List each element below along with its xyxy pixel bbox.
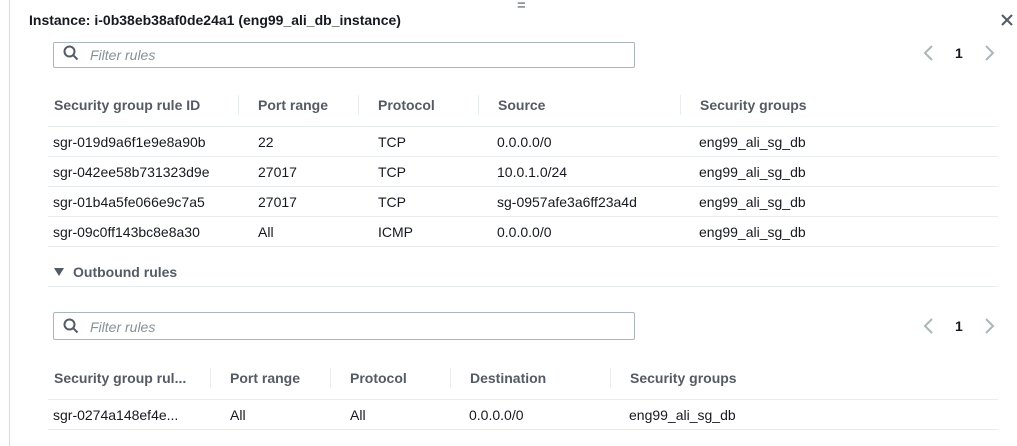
outbound-page-number[interactable]: 1 xyxy=(955,318,963,334)
column-header[interactable]: Security group rule ID xyxy=(48,84,238,127)
close-icon[interactable] xyxy=(998,11,1016,29)
rule-id: sgr-01b4a5fe066e9c7a5 xyxy=(53,193,205,210)
column-header[interactable]: Port range xyxy=(210,357,330,400)
search-icon xyxy=(63,45,79,61)
security-group: eng99_ali_sg_db xyxy=(629,406,736,423)
column-header[interactable]: Protocol xyxy=(358,84,478,127)
inbound-filter-field[interactable] xyxy=(53,42,635,68)
destination: 0.0.0.0/0 xyxy=(469,406,524,423)
table-header-row: Security group rule ID Port range Protoc… xyxy=(48,84,998,127)
security-group: eng99_ali_sg_db xyxy=(699,193,806,210)
source: 10.0.1.0/24 xyxy=(497,163,568,180)
protocol: TCP xyxy=(378,193,406,210)
protocol: TCP xyxy=(378,163,406,180)
table-row: sgr-0274a148ef4e... All All 0.0.0.0/0 en… xyxy=(48,399,998,430)
search-icon xyxy=(63,318,79,334)
security-group: eng99_ali_sg_db xyxy=(699,133,806,150)
source: 0.0.0.0/0 xyxy=(497,133,552,150)
security-group: eng99_ali_sg_db xyxy=(699,163,806,180)
column-header[interactable]: Security groups xyxy=(680,84,998,127)
port-range: 27017 xyxy=(258,193,297,210)
chevron-left-icon[interactable] xyxy=(922,317,936,335)
column-header[interactable]: Security group rul... xyxy=(48,357,210,400)
chevron-right-icon[interactable] xyxy=(982,44,996,62)
inbound-pagination: 1 xyxy=(922,42,1002,66)
source: 0.0.0.0/0 xyxy=(497,223,552,240)
port-range: All xyxy=(258,223,274,240)
port-range: 22 xyxy=(258,133,274,150)
port-range: All xyxy=(230,406,246,423)
inbound-page-number[interactable]: 1 xyxy=(955,45,963,61)
table-row: sgr-01b4a5fe066e9c7a5 27017 TCP sg-0957a… xyxy=(48,186,998,217)
panel-left-border xyxy=(9,0,10,446)
protocol: ICMP xyxy=(378,223,413,240)
panel-title: Instance: i-0b38eb38af0de24a1 (eng99_ali… xyxy=(29,12,401,28)
outbound-rules-table: Security group rul... Port range Protoco… xyxy=(48,357,998,430)
caret-down-icon xyxy=(54,268,64,276)
table-row: sgr-09c0ff143bc8e8a30 All ICMP 0.0.0.0/0… xyxy=(48,216,998,247)
chevron-left-icon[interactable] xyxy=(922,44,936,62)
table-header-row: Security group rul... Port range Protoco… xyxy=(48,357,998,400)
rule-id: sgr-042ee58b731323d9e xyxy=(53,163,210,180)
outbound-rules-toggle[interactable]: Outbound rules xyxy=(54,263,177,281)
table-row: sgr-019d9a6f1e9e8a90b 22 TCP 0.0.0.0/0 e… xyxy=(48,126,998,157)
port-range: 27017 xyxy=(258,163,297,180)
inbound-filter-input[interactable] xyxy=(88,45,612,65)
outbound-filter-input[interactable] xyxy=(88,317,612,337)
rule-id: sgr-09c0ff143bc8e8a30 xyxy=(53,223,200,240)
section-title: Outbound rules xyxy=(73,264,178,280)
outbound-pagination: 1 xyxy=(922,315,1002,339)
column-header[interactable]: Port range xyxy=(238,84,358,127)
inbound-rules-table: Security group rule ID Port range Protoc… xyxy=(48,84,998,247)
rule-id: sgr-0274a148ef4e... xyxy=(53,406,179,423)
rule-id: sgr-019d9a6f1e9e8a90b xyxy=(53,133,206,150)
column-header[interactable]: Protocol xyxy=(330,357,450,400)
drag-handle-icon[interactable]: = xyxy=(517,0,526,14)
protocol: TCP xyxy=(378,133,406,150)
panel-header: = Instance: i-0b38eb38af0de24a1 (eng99_a… xyxy=(0,0,1017,42)
chevron-right-icon[interactable] xyxy=(982,317,996,335)
column-header[interactable]: Source xyxy=(478,84,680,127)
divider xyxy=(48,286,998,287)
column-header[interactable]: Security groups xyxy=(610,357,998,400)
column-header[interactable]: Destination xyxy=(450,357,610,400)
table-row: sgr-042ee58b731323d9e 27017 TCP 10.0.1.0… xyxy=(48,156,998,187)
source: sg-0957afe3a6ff23a4d xyxy=(497,193,637,210)
outbound-filter-field[interactable] xyxy=(53,312,635,340)
security-group: eng99_ali_sg_db xyxy=(699,223,806,240)
protocol: All xyxy=(350,406,366,423)
panel-left-border xyxy=(9,0,10,42)
